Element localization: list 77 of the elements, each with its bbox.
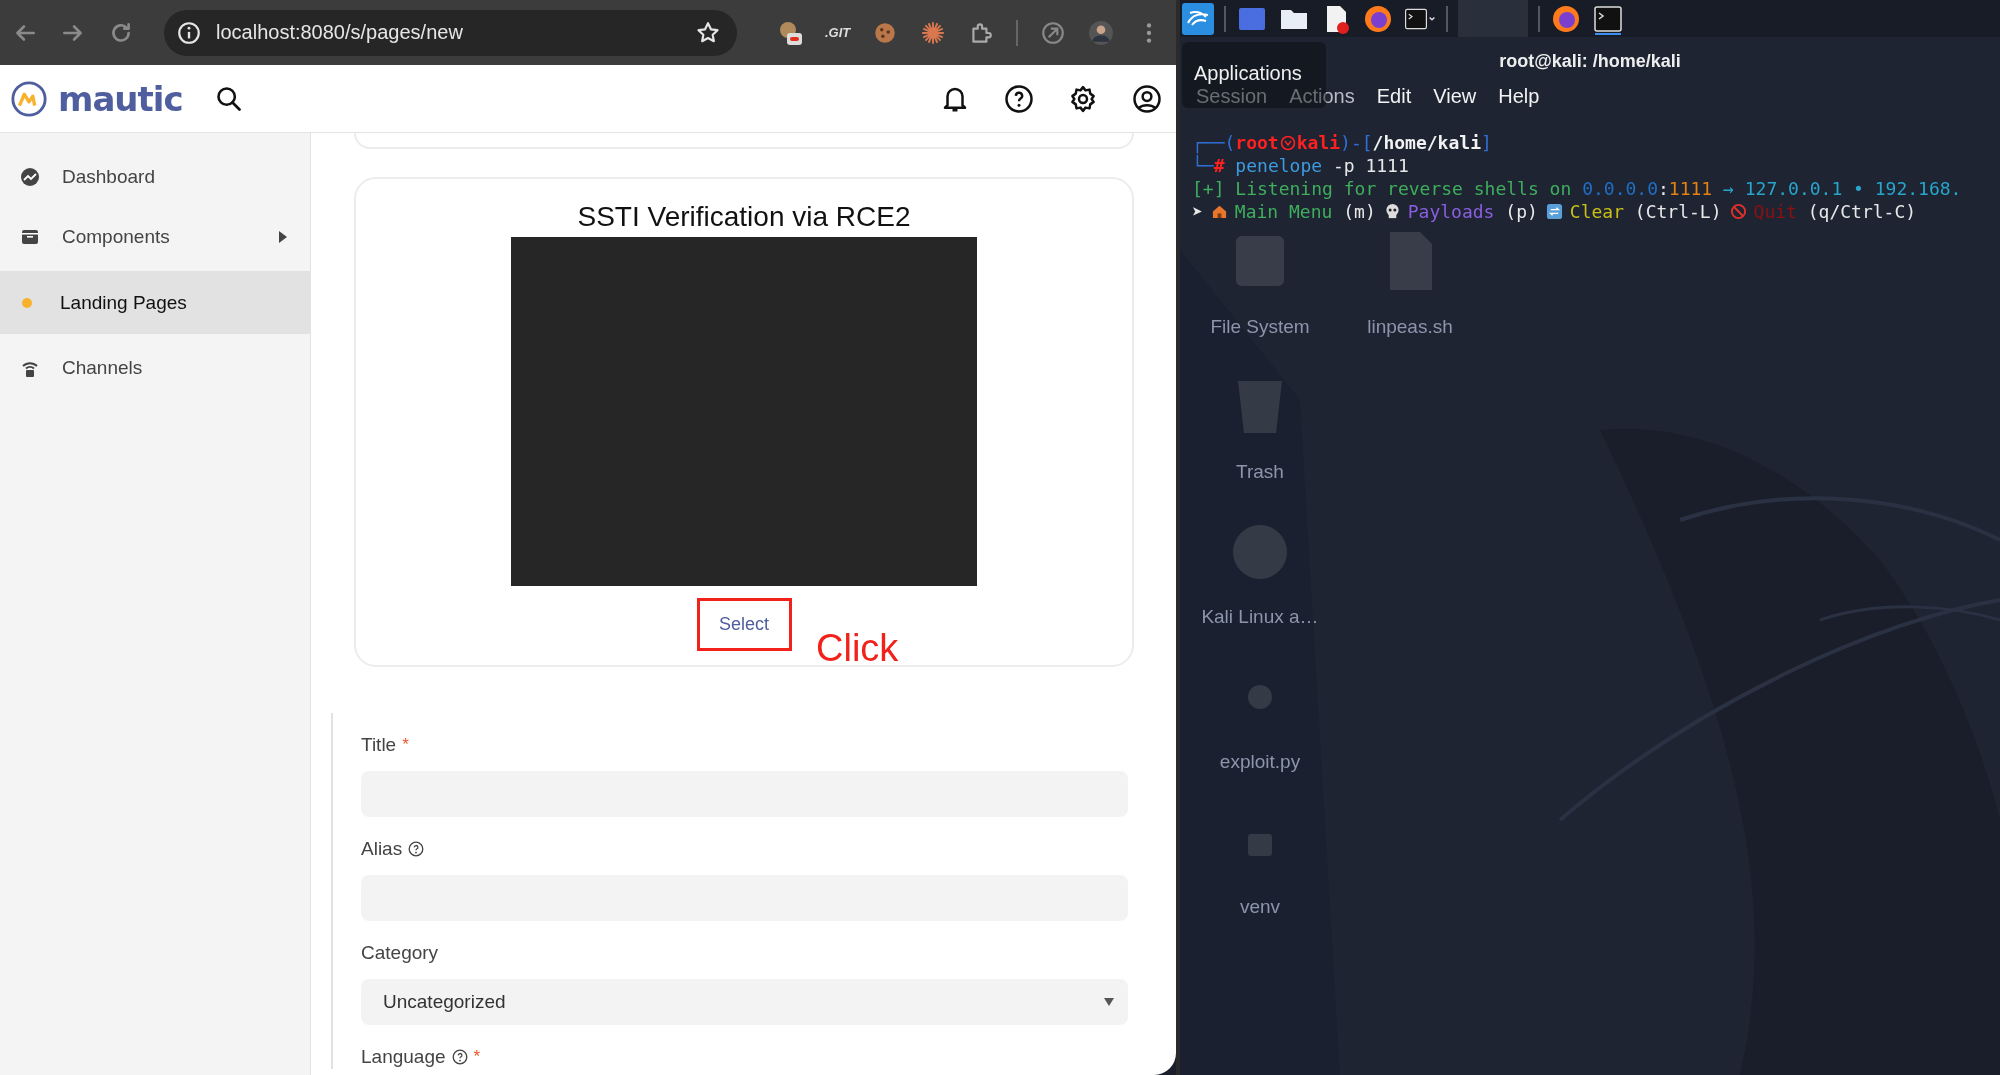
terminal-text: : [1658, 177, 1669, 200]
info-icon[interactable] [176, 19, 202, 46]
bullet-icon [22, 297, 32, 308]
desktop-icon-label[interactable]: exploit.py [1219, 751, 1301, 773]
user-icon[interactable] [1132, 83, 1162, 114]
required-marker: * [473, 1047, 481, 1067]
field-label: Title [361, 734, 397, 756]
desktop-icon-label[interactable]: Trash [1236, 461, 1284, 483]
terminal-text: ] [1480, 131, 1492, 154]
caret-icon[interactable] [278, 230, 288, 244]
terminal-text: (Ctrl-L) [1633, 200, 1722, 223]
terminal-text: (p) [1504, 200, 1538, 223]
address-bar[interactable]: localhost:8080/s/pages/new [164, 9, 737, 56]
terminal-text: └─ [1192, 154, 1214, 177]
sidebar-label: Components [62, 226, 171, 248]
help-icon[interactable] [1004, 83, 1034, 114]
prohibited-icon [1729, 203, 1747, 220]
terminal-text: [+] Listening for reverse shells on [1192, 177, 1573, 200]
desktop-icon-label[interactable]: venv [1239, 896, 1281, 918]
terminal-text: kali [1296, 131, 1341, 154]
sidebar-item[interactable]: Dashboard [0, 147, 310, 207]
terminal-text: ┌──( [1192, 131, 1236, 154]
sidebar-item[interactable]: Landing Pages [0, 271, 310, 334]
terminal-text: Clear [1569, 200, 1624, 223]
sidebar-item[interactable]: Components [0, 207, 310, 267]
skull-icon [1383, 203, 1401, 220]
terminal-text: 1111 [1668, 177, 1713, 200]
terminal-text: Payloads [1407, 200, 1495, 223]
caret-icon [1104, 998, 1114, 1006]
required-marker: * [402, 735, 409, 755]
menu-item[interactable]: View [1433, 85, 1477, 111]
card-title: SSTI Verification via RCE2 [577, 201, 911, 233]
terminal-text: # [1213, 154, 1225, 177]
field-label: Alias [361, 838, 403, 860]
avatar-icon[interactable] [1088, 19, 1115, 46]
terminal-text: -p 1111 [1331, 154, 1409, 177]
menu-item[interactable]: Edit [1376, 85, 1412, 111]
url-text: localhost:8080/s/pages/new [216, 21, 464, 44]
dashboard-icon [20, 167, 40, 187]
terminal-text: /home/kali [1372, 131, 1481, 154]
menu-item[interactable]: Help [1498, 85, 1540, 111]
desktop-icon-label[interactable]: File System [1210, 316, 1310, 338]
sidebar-item[interactable]: Channels [0, 338, 310, 398]
starburst-icon[interactable] [920, 19, 947, 46]
prompt-arrow: ➤ [1192, 200, 1203, 223]
terminal-text: Quit [1753, 200, 1797, 223]
logo-text: mautic [58, 78, 183, 119]
terminal-text: )-[ [1340, 131, 1373, 154]
desktop-icon-label[interactable]: Kali Linux a… [1201, 606, 1319, 628]
terminal-text: Main Menu [1234, 200, 1333, 223]
sidebar-label: Dashboard [62, 166, 156, 188]
terminal-text: penelope [1234, 154, 1323, 177]
search-icon[interactable] [214, 84, 243, 113]
desktop-icon-label[interactable]: linpeas.sh [1367, 316, 1453, 338]
field-label: Language [361, 1046, 446, 1068]
annotation-text: Click [816, 627, 899, 670]
terminal-text: → 127.0.0.1 • 192.168. [1722, 177, 1962, 200]
window-title: root@kali: /home/kali [1499, 50, 1681, 72]
dragon-logo-icon[interactable] [1182, 2, 1214, 35]
extension-button[interactable]: .GIT [825, 25, 851, 40]
select-field[interactable]: Uncategorized [361, 979, 1128, 1025]
logo-icon[interactable] [10, 79, 48, 118]
box-icon [20, 227, 40, 247]
field-label: Category [361, 942, 439, 964]
terminal-text: (m) [1342, 200, 1376, 223]
terminal-text: root [1235, 131, 1279, 154]
terminal-text: (q/Ctrl-C) [1806, 200, 1917, 223]
terminal-text: 0.0.0.0 [1582, 177, 1658, 200]
extension-icon[interactable] [777, 19, 803, 46]
settings-icon[interactable] [1068, 83, 1098, 114]
house-icon [1210, 203, 1228, 220]
select-button[interactable]: Select [696, 598, 792, 651]
help-icon[interactable] [451, 1049, 468, 1065]
sidebar-label: Landing Pages [60, 291, 188, 314]
sidebar-label: Channels [62, 357, 144, 379]
help-icon[interactable] [408, 841, 425, 857]
refresh-icon [1545, 203, 1563, 220]
